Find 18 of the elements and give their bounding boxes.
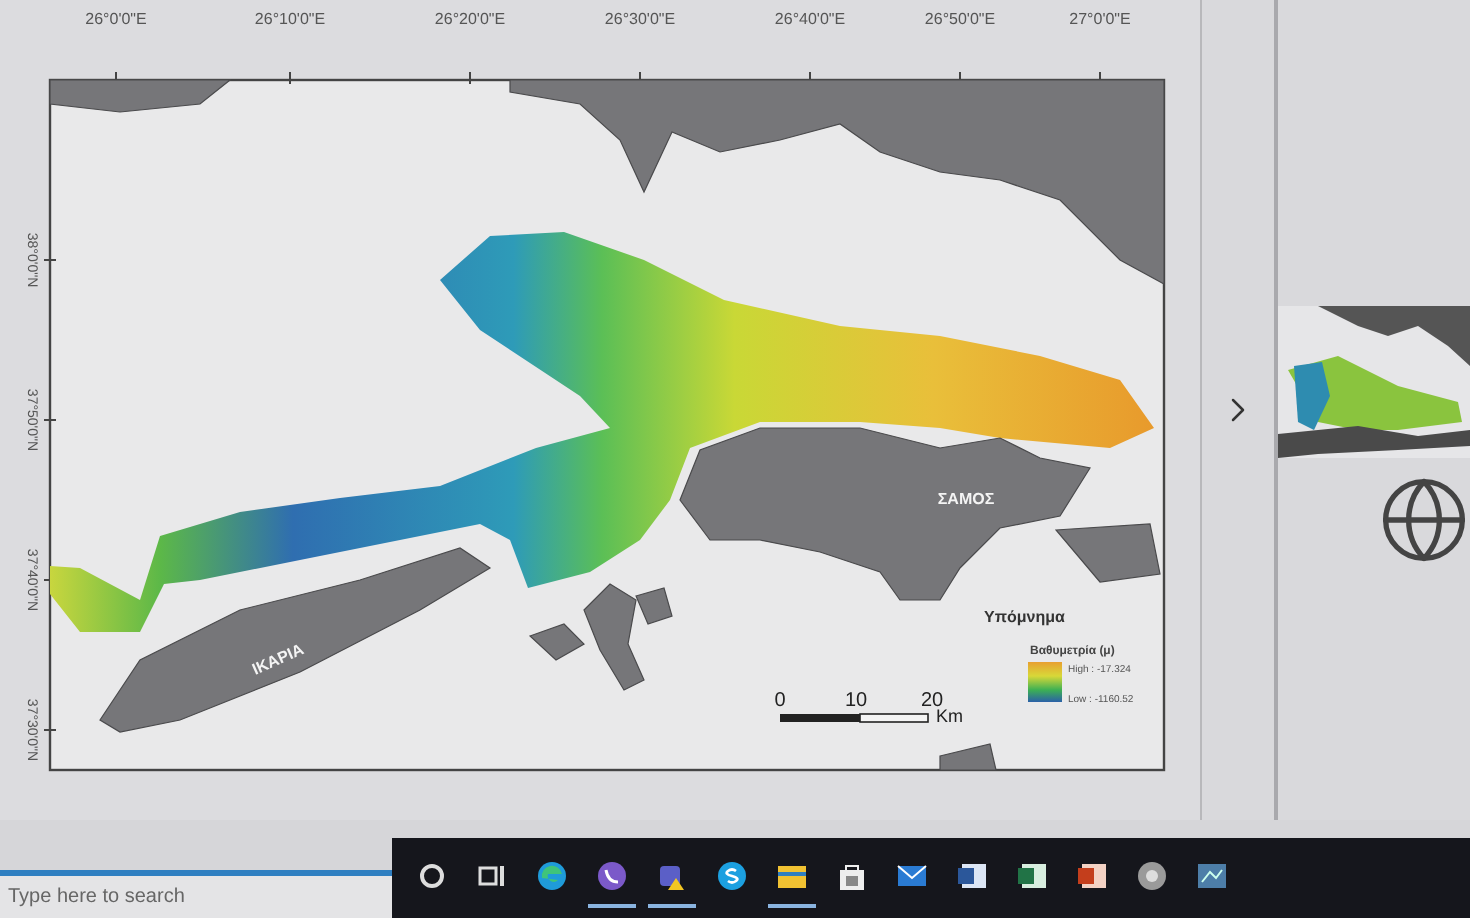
longitude-label: 26°50'0"E [924,10,996,28]
longitude-label: 26°10'0"E [254,10,326,28]
legend-title: Υπόμνημα [984,608,1065,626]
longitude-label: 26°0'0"E [85,10,147,28]
longitude-label: 26°40'0"E [774,10,846,28]
search-field[interactable]: Type here to search [0,870,392,918]
longitude-label: 26°20'0"E [434,10,506,28]
longitude-label: 27°0'0"E [1069,10,1131,28]
place-label: ΣΑΜΟΣ [937,490,995,508]
scale-label: 0 [774,690,786,712]
map-thumbnail[interactable] [1278,306,1470,458]
globe-icon[interactable] [1378,474,1470,566]
color-ramp [1028,662,1062,702]
scale-label: 10 [844,690,868,712]
scale-label: 20 [920,690,944,712]
landmass [939,743,997,771]
longitude-label: 26°30'0"E [604,10,676,28]
scale-unit-label: Km [936,706,963,726]
